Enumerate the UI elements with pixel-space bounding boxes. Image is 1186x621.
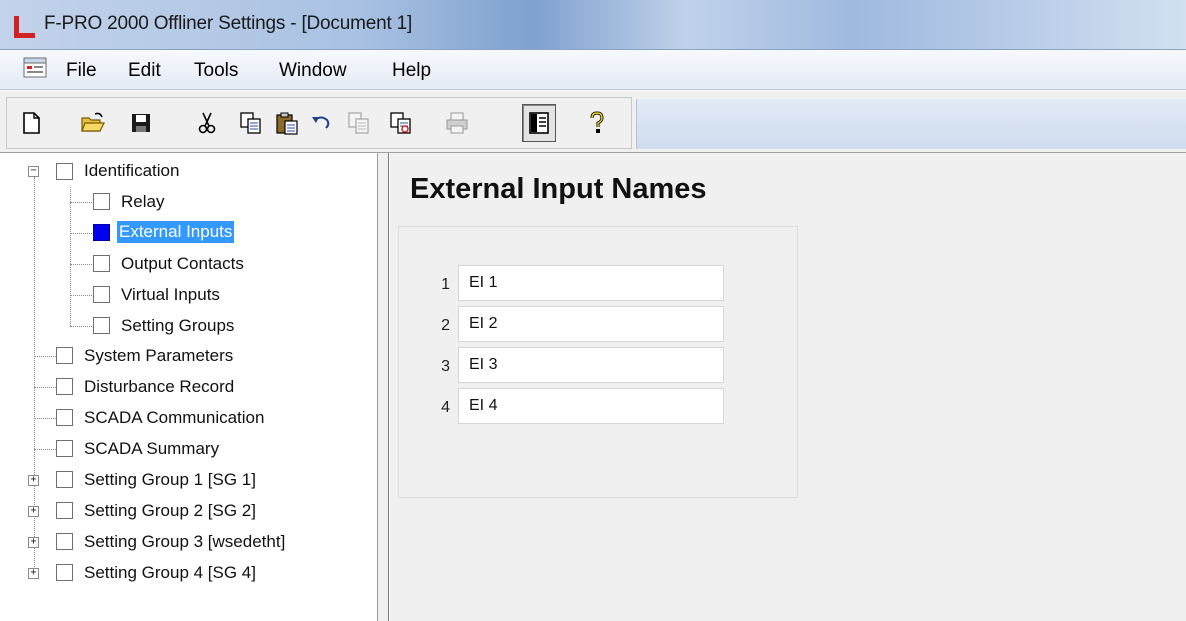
- cut-icon: [198, 112, 216, 134]
- tree-connector: [34, 449, 56, 450]
- menu-edit[interactable]: Edit: [128, 60, 161, 82]
- input-row-number: 1: [441, 276, 450, 293]
- menu-help[interactable]: Help: [392, 60, 431, 82]
- menu-file[interactable]: File: [66, 60, 97, 82]
- tree-checkbox[interactable]: [56, 163, 73, 180]
- tree-connector: [34, 418, 56, 419]
- input-row-number: 2: [441, 317, 450, 334]
- view-panel-icon: [529, 112, 549, 134]
- open-button[interactable]: [76, 104, 110, 142]
- tree-item-relay[interactable]: Relay: [119, 191, 166, 213]
- tree-checkbox[interactable]: [56, 502, 73, 519]
- copy-button[interactable]: [234, 104, 268, 142]
- expand-toggle-icon[interactable]: +: [28, 568, 39, 579]
- tree-item-output-contacts[interactable]: Output Contacts: [119, 253, 246, 275]
- input-row-number: 3: [441, 358, 450, 375]
- tree-checkbox[interactable]: [93, 317, 110, 334]
- external-input-name-field[interactable]: [458, 265, 724, 301]
- tree-item-setting-group-4[interactable]: Setting Group 4 [SG 4]: [82, 562, 258, 584]
- tree-connector: [34, 177, 35, 579]
- app-logo-icon: [14, 16, 35, 38]
- collapse-toggle-icon[interactable]: −: [28, 166, 39, 177]
- tree-item-setting-group-2[interactable]: Setting Group 2 [SG 2]: [82, 500, 258, 522]
- print-button[interactable]: [440, 104, 474, 142]
- toolbar-extension: [636, 99, 1186, 149]
- expand-toggle-icon[interactable]: +: [28, 475, 39, 486]
- document-icon[interactable]: [23, 57, 49, 79]
- tree-checkbox[interactable]: [93, 286, 110, 303]
- tree-checkbox[interactable]: [93, 255, 110, 272]
- tree-item-setting-group-1[interactable]: Setting Group 1 [SG 1]: [82, 469, 258, 491]
- tree-checkbox[interactable]: [56, 564, 73, 581]
- tree-checkbox[interactable]: [56, 378, 73, 395]
- tree-checkbox-selected[interactable]: [93, 224, 110, 241]
- paste-button[interactable]: [270, 104, 304, 142]
- compare-button[interactable]: [384, 104, 418, 142]
- tree-checkbox[interactable]: [56, 409, 73, 426]
- tree-checkbox[interactable]: [56, 471, 73, 488]
- tree-checkbox[interactable]: [93, 193, 110, 210]
- save-icon: [132, 114, 150, 132]
- menu-tools[interactable]: Tools: [194, 60, 238, 82]
- cut-button[interactable]: [190, 104, 224, 142]
- tree-connector: [70, 202, 92, 203]
- expand-toggle-icon[interactable]: +: [28, 537, 39, 548]
- pane-splitter[interactable]: [378, 153, 389, 621]
- tree-item-system-parameters[interactable]: System Parameters: [82, 345, 235, 367]
- tree-checkbox[interactable]: [56, 347, 73, 364]
- paste-icon: [276, 112, 298, 135]
- print-icon: [446, 112, 468, 134]
- tree-connector: [70, 187, 71, 326]
- window-title: F-PRO 2000 Offliner Settings - [Document…: [44, 13, 413, 34]
- tree-item-scada-communication[interactable]: SCADA Communication: [82, 407, 266, 429]
- tree-checkbox[interactable]: [56, 533, 73, 550]
- save-button[interactable]: [124, 104, 158, 142]
- external-input-name-field[interactable]: [458, 306, 724, 342]
- page-title: External Input Names: [410, 173, 707, 205]
- undo-button[interactable]: [304, 104, 338, 142]
- tree-item-setting-group-3[interactable]: Setting Group 3 [wsedetht]: [82, 531, 287, 553]
- tree-connector: [70, 264, 92, 265]
- tree-item-external-inputs[interactable]: External Inputs: [117, 221, 235, 243]
- copy-icon: [240, 112, 261, 134]
- tree-connector: [70, 326, 92, 327]
- tree-item-identification[interactable]: Identification: [82, 160, 181, 182]
- undo-icon: [312, 116, 330, 129]
- tree-connector: [34, 387, 56, 388]
- external-input-name-field[interactable]: [458, 388, 724, 424]
- tree-item-disturbance-record[interactable]: Disturbance Record: [82, 376, 236, 398]
- new-icon: [23, 112, 40, 134]
- expand-toggle-icon[interactable]: +: [28, 506, 39, 517]
- tree-connector: [70, 233, 92, 234]
- tree-item-setting-groups[interactable]: Setting Groups: [119, 315, 236, 337]
- input-row-number: 4: [441, 399, 450, 416]
- help-button[interactable]: [580, 104, 614, 142]
- copy-disabled-button[interactable]: [342, 104, 376, 142]
- new-button[interactable]: [14, 104, 48, 142]
- compare-icon: [390, 112, 411, 134]
- menu-bar: [0, 50, 1186, 90]
- view-panel-button[interactable]: [522, 104, 556, 142]
- menu-window[interactable]: Window: [279, 60, 347, 82]
- open-folder-icon: [81, 112, 105, 132]
- copy-disabled-icon: [348, 112, 369, 134]
- tree-checkbox[interactable]: [56, 440, 73, 457]
- tree-item-virtual-inputs[interactable]: Virtual Inputs: [119, 284, 222, 306]
- title-bar: F-PRO 2000 Offliner Settings - [Document…: [0, 0, 1186, 50]
- tree-connector: [34, 356, 56, 357]
- tree-item-scada-summary[interactable]: SCADA Summary: [82, 438, 221, 460]
- external-input-name-field[interactable]: [458, 347, 724, 383]
- tree-connector: [70, 295, 92, 296]
- help-icon: [590, 111, 604, 133]
